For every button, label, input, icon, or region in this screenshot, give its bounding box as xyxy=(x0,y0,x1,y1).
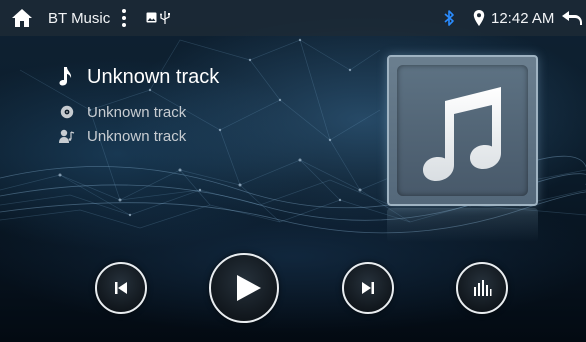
album-art-reflection xyxy=(387,208,538,242)
status-bar: BT Music 12:42 AM xyxy=(0,0,586,36)
app-title: BT Music xyxy=(48,10,111,27)
music-note-icon xyxy=(423,87,501,181)
gallery-icon xyxy=(146,12,157,23)
menu-icon[interactable] xyxy=(120,8,128,28)
album-name: Unknown track xyxy=(87,104,187,121)
artist-name: Unknown track xyxy=(87,128,187,145)
previous-button[interactable] xyxy=(95,262,147,314)
album-art-panel xyxy=(397,65,528,196)
clock: 12:42 AM xyxy=(491,10,555,27)
equalizer-button[interactable] xyxy=(456,262,508,314)
play-icon xyxy=(237,275,261,301)
album-art xyxy=(387,55,538,206)
equalizer-icon xyxy=(474,280,492,296)
bt-music-screen: BT Music 12:42 AM Unknown track Unknown … xyxy=(0,0,586,342)
location-icon xyxy=(473,10,485,26)
play-button[interactable] xyxy=(209,253,279,323)
home-icon[interactable] xyxy=(11,8,33,28)
artist-icon xyxy=(59,129,75,143)
next-button[interactable] xyxy=(342,262,394,314)
track-title: Unknown track xyxy=(87,66,220,88)
skip-previous-icon xyxy=(115,282,127,294)
skip-next-icon xyxy=(362,282,374,294)
bluetooth-icon xyxy=(444,10,454,26)
back-icon[interactable] xyxy=(561,10,582,26)
usb-icon xyxy=(160,11,170,24)
music-note-icon xyxy=(59,67,72,86)
disc-icon xyxy=(60,105,74,119)
